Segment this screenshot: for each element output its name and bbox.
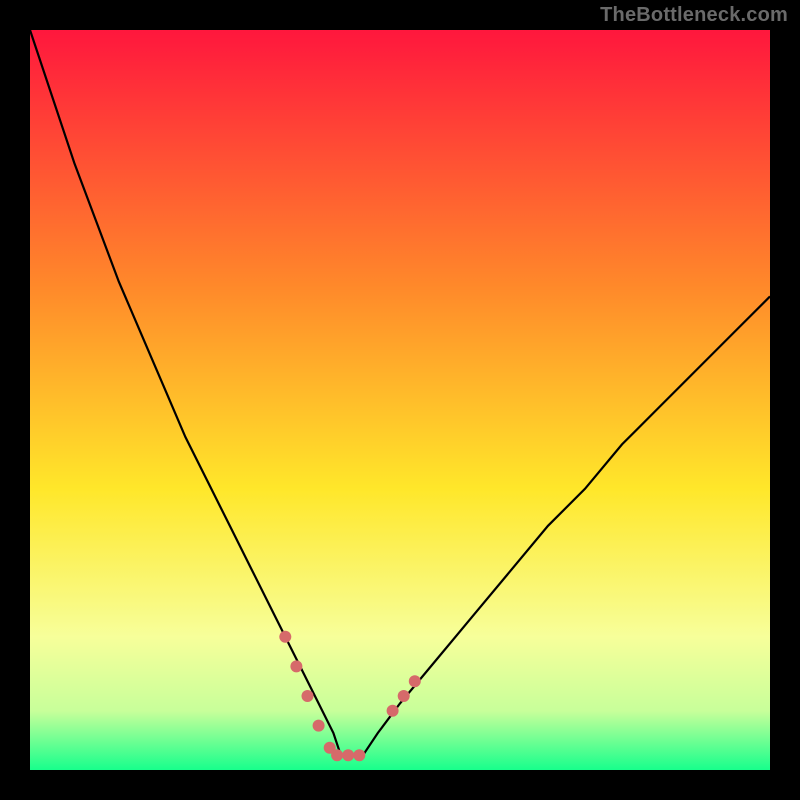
marker-dot [342,749,354,761]
marker-dot [279,631,291,643]
marker-dot [398,690,410,702]
marker-dot [331,749,343,761]
marker-dot [353,749,365,761]
marker-dot [302,690,314,702]
marker-dot [313,720,325,732]
chart-frame: TheBottleneck.com [0,0,800,800]
gradient-bg [30,30,770,770]
watermark-text: TheBottleneck.com [600,4,788,27]
chart-svg [30,30,770,770]
marker-dot [290,660,302,672]
marker-dot [409,675,421,687]
marker-dot [387,705,399,717]
plot-area [30,30,770,770]
